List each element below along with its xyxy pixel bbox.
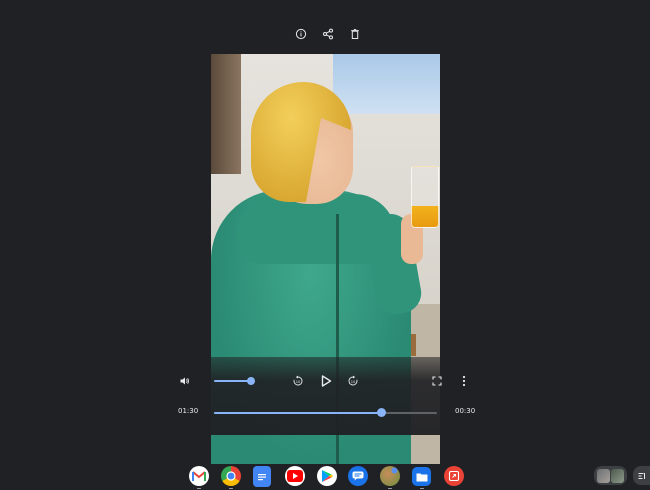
messages-icon	[352, 471, 364, 481]
remaining-time: 00:30	[455, 407, 476, 415]
seek-bar[interactable]	[214, 412, 437, 414]
more-options-button[interactable]	[457, 374, 471, 388]
volume-button[interactable]	[178, 374, 192, 388]
recent-file-thumbnail	[611, 468, 624, 483]
recent-file-thumbnail	[597, 468, 610, 483]
more-vert-icon	[462, 375, 466, 387]
video-controls: 10 10 01:30 00:30	[165, 357, 485, 435]
shelf-app-messages[interactable]	[348, 466, 368, 486]
shelf-app-chrome[interactable]	[221, 466, 241, 486]
files-icon	[416, 473, 427, 481]
gallery-app-window: 10 10 01:30 00:30	[0, 0, 650, 490]
delete-button[interactable]	[347, 26, 363, 42]
shelf-app-gmail[interactable]	[189, 466, 209, 486]
play-button[interactable]	[317, 372, 335, 390]
fullscreen-button[interactable]	[430, 374, 444, 388]
forward-10-button[interactable]: 10	[346, 374, 360, 388]
shelf-app-screencast[interactable]	[444, 466, 464, 486]
share-button[interactable]	[320, 26, 336, 42]
shelf-app-files[interactable]	[412, 467, 431, 486]
current-time: 01:30	[178, 407, 199, 415]
volume-slider[interactable]	[214, 380, 250, 382]
volume-slider-handle[interactable]	[247, 377, 255, 385]
gmail-icon	[192, 470, 206, 481]
docs-icon	[258, 473, 266, 480]
shelf-app-docs[interactable]	[253, 466, 271, 487]
rewind-10-button[interactable]: 10	[291, 374, 305, 388]
svg-text:10: 10	[296, 380, 301, 384]
screencast-icon	[448, 470, 460, 482]
shelf-app-play-store[interactable]	[317, 466, 337, 486]
youtube-icon	[287, 470, 303, 482]
holding-space-tray[interactable]	[594, 466, 627, 485]
rewind-10-icon: 10	[293, 375, 303, 386]
volume-icon	[180, 377, 189, 385]
shelf-app-youtube[interactable]	[285, 466, 305, 486]
top-toolbar	[0, 26, 650, 42]
shelf-app-photos[interactable]	[380, 466, 400, 486]
info-icon	[295, 28, 307, 40]
shelf	[0, 462, 650, 490]
forward-10-icon: 10	[348, 375, 358, 386]
delete-icon	[351, 29, 359, 40]
play-store-icon	[322, 470, 333, 482]
notification-icon	[638, 472, 645, 479]
info-button[interactable]	[293, 26, 309, 42]
photos-icon	[391, 467, 398, 474]
chrome-icon	[226, 471, 236, 481]
share-icon	[323, 28, 333, 40]
seek-bar-progress	[214, 412, 382, 414]
fullscreen-icon	[432, 376, 442, 386]
seek-bar-handle[interactable]	[376, 408, 386, 417]
svg-text:10: 10	[351, 380, 356, 384]
status-tray[interactable]	[633, 466, 650, 485]
play-icon	[321, 375, 332, 387]
